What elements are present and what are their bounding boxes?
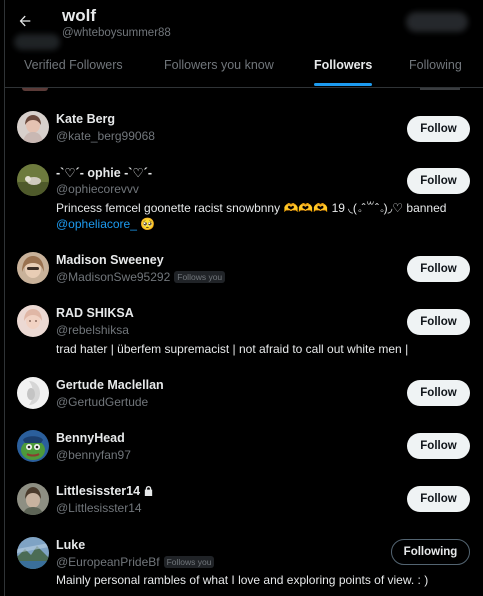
user-handle[interactable]: @MadisonSwe95292 Follows you xyxy=(56,270,226,284)
avatar[interactable] xyxy=(17,537,49,569)
user-name[interactable]: Littlesisster14 xyxy=(56,484,154,498)
avatar[interactable] xyxy=(17,305,49,337)
bio-emoji: 🥺 xyxy=(140,217,156,231)
follows-you-badge: Follows you xyxy=(163,556,215,568)
user-bio: Mainly personal rambles of what I love a… xyxy=(56,573,429,587)
user-handle[interactable]: @bennyfan97 xyxy=(56,448,131,462)
follow-button[interactable]: Follow xyxy=(407,486,470,512)
follow-button[interactable]: Follow xyxy=(407,380,470,406)
follow-button[interactable]: Follow xyxy=(407,256,470,282)
user-name[interactable]: RAD SHIKSA xyxy=(56,306,134,320)
follow-button[interactable]: Follow xyxy=(407,116,470,142)
follow-button[interactable]: Follow xyxy=(407,433,470,459)
previous-row-remnant-button xyxy=(420,88,460,90)
arrow-left-icon xyxy=(19,15,31,27)
blurred-overlay-right xyxy=(406,12,468,32)
bio-mention-link[interactable]: @opheliacore_ xyxy=(56,217,137,231)
frame-border xyxy=(4,0,5,596)
avatar[interactable] xyxy=(17,164,49,196)
user-name[interactable]: Gertude Maclellan xyxy=(56,378,164,392)
tab-followers-you-know[interactable]: Followers you know xyxy=(164,58,274,72)
user-handle[interactable]: @Littlesisster14 xyxy=(56,501,142,515)
profile-handle: @whteboysummer88 xyxy=(62,27,171,39)
user-handle[interactable]: @ophiecorevvv xyxy=(56,182,139,196)
avatar[interactable] xyxy=(17,252,49,284)
user-handle[interactable]: @EuropeanPrideBf Follows you xyxy=(56,555,215,569)
avatar[interactable] xyxy=(17,430,49,462)
user-name[interactable]: -`♡´- ophie -`♡´- xyxy=(56,165,152,180)
user-bio: trad hater | überfem supremacist | not a… xyxy=(56,342,409,356)
user-name[interactable]: Kate Berg xyxy=(56,112,115,126)
user-handle[interactable]: @kate_berg99068 xyxy=(56,129,155,143)
user-bio: Princess femcel goonette racist snowbnny… xyxy=(56,200,474,232)
avatar[interactable] xyxy=(17,111,49,143)
tab-following[interactable]: Following xyxy=(409,58,462,72)
user-name[interactable]: BennyHead xyxy=(56,431,125,445)
avatar[interactable] xyxy=(17,377,49,409)
profile-title: wolf xyxy=(62,6,96,25)
follow-button[interactable]: Follow xyxy=(407,309,470,335)
follow-button[interactable]: Follow xyxy=(407,168,470,194)
following-button[interactable]: Following xyxy=(391,539,470,565)
active-tab-indicator xyxy=(314,83,372,86)
user-name[interactable]: Luke xyxy=(56,538,85,552)
tab-verified-followers[interactable]: Verified Followers xyxy=(24,58,123,72)
lock-icon xyxy=(144,485,153,497)
back-button[interactable] xyxy=(12,8,38,34)
user-name[interactable]: Madison Sweeney xyxy=(56,253,164,267)
profile-header: wolf @whteboysummer88 xyxy=(0,0,483,50)
bio-text: Princess femcel goonette racist snowbnny… xyxy=(56,201,447,215)
follows-you-badge: Follows you xyxy=(174,271,226,283)
avatar[interactable] xyxy=(17,483,49,515)
tab-followers[interactable]: Followers xyxy=(314,58,372,72)
user-handle[interactable]: @rebelshiksa xyxy=(56,323,129,337)
tab-bar: Verified Followers Followers you know Fo… xyxy=(5,48,483,88)
previous-row-remnant xyxy=(22,88,48,91)
user-handle[interactable]: @GertudGertude xyxy=(56,395,148,409)
